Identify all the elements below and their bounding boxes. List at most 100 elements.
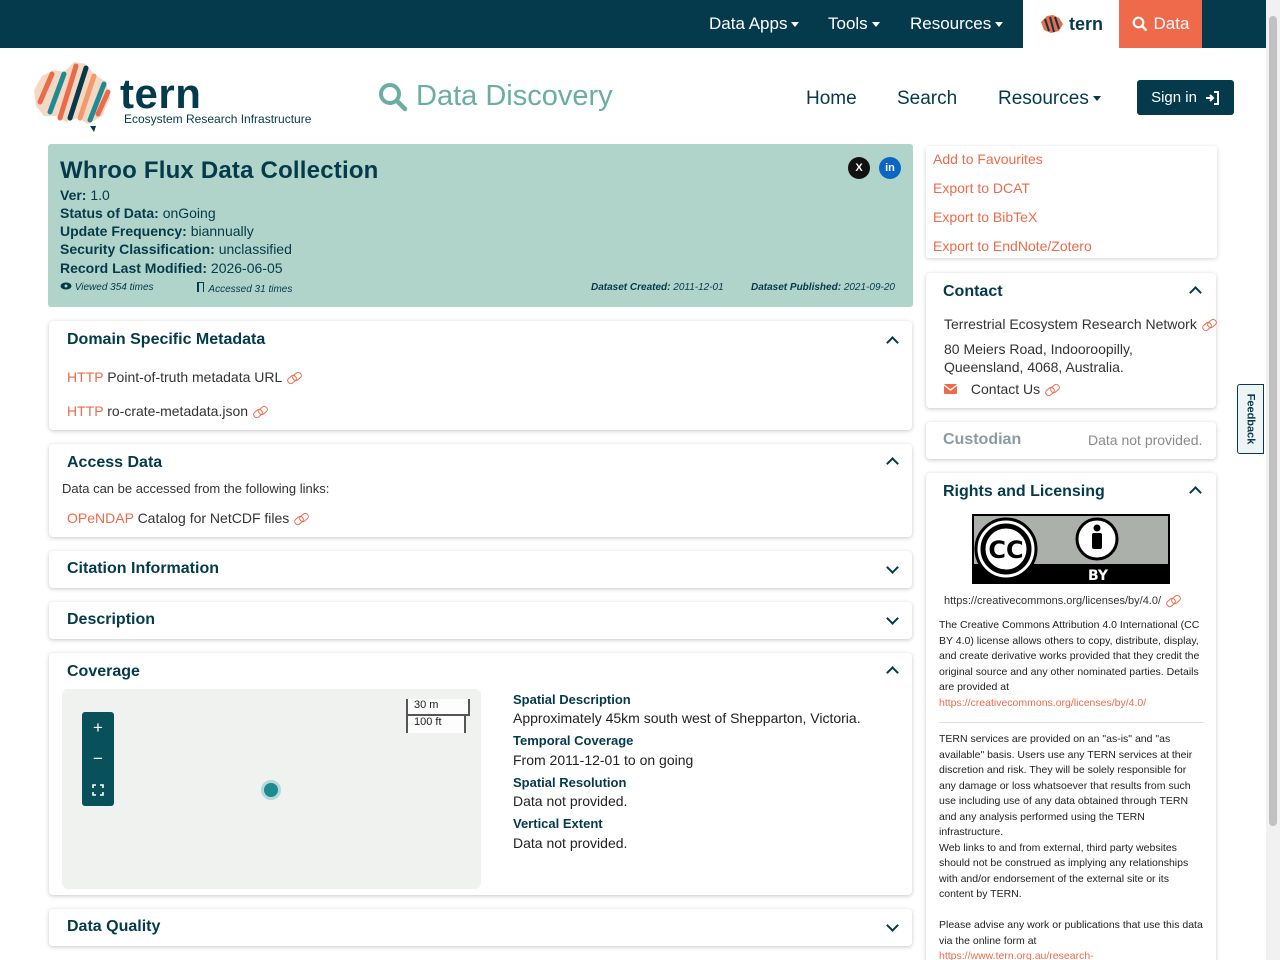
dataset-published: Dataset Published: 2021-09-20 [751, 282, 895, 293]
license-details-link[interactable]: https://creativecommons.org/licenses/by/… [939, 697, 1146, 709]
spatial-description-label: Spatial Description [513, 692, 631, 707]
export-bibtex-link[interactable]: Export to BibTeX [933, 209, 1037, 225]
data-tab[interactable]: Data [1119, 0, 1202, 48]
contact-org[interactable]: Terrestrial Ecosystem Research Network [944, 316, 1216, 332]
zoom-out-button[interactable]: − [82, 743, 114, 774]
map-zoom-controls: + − [82, 712, 114, 806]
citation-title[interactable]: Citation Information [67, 560, 219, 578]
chevron-down-icon[interactable] [886, 612, 899, 625]
description-title[interactable]: Description [67, 611, 155, 629]
logo-wordmark[interactable]: tern [120, 70, 201, 118]
sign-in-label: Sign in [1151, 89, 1197, 106]
rights-divider [939, 722, 1203, 723]
topnav-tools[interactable]: Tools [828, 0, 880, 48]
rights-title[interactable]: Rights and Licensing [943, 483, 1105, 501]
domain-metadata-card: Domain Specific Metadata HTTP Point-of-t… [49, 321, 912, 430]
chevron-up-icon[interactable] [1189, 286, 1202, 299]
data-discovery-title[interactable]: Data Discovery [378, 80, 613, 113]
data-tab-label: Data [1153, 14, 1190, 33]
access-data-title[interactable]: Access Data [67, 454, 162, 472]
field-value: unclassified [218, 241, 292, 257]
link-label: ro-crate-metadata.json [107, 403, 249, 419]
add-to-favourites-link[interactable]: Add to Favourites [933, 151, 1043, 167]
cc-by-license-badge-icon[interactable]: CC BY [972, 514, 1170, 584]
access-data-card: Access Data Data can be accessed from th… [49, 444, 912, 537]
published-value: 2021-09-20 [843, 282, 895, 293]
domain-metadata-title[interactable]: Domain Specific Metadata [67, 331, 265, 349]
chevron-down-icon[interactable] [886, 561, 899, 574]
site-location-marker[interactable] [261, 780, 281, 800]
field-label: Update Frequency: [60, 223, 187, 239]
link-icon [1166, 596, 1180, 606]
chevron-up-icon[interactable] [886, 666, 899, 679]
app-title-text: Data Discovery [416, 80, 613, 112]
contact-title[interactable]: Contact [943, 283, 1003, 301]
coverage-map[interactable]: + − 30 m 100 ft [62, 689, 481, 889]
record-header: Whroo Flux Data Collection Ver: 1.0 Stat… [48, 144, 913, 307]
fullscreen-icon [92, 783, 104, 796]
record-last-modified: Record Last Modified: 2026-06-05 [60, 260, 283, 276]
link-protocol: HTTP [67, 403, 104, 419]
door-icon [197, 282, 204, 292]
search-icon [379, 82, 408, 111]
record-update-frequency: Update Frequency: biannually [60, 223, 254, 239]
caret-down-icon [995, 21, 1004, 27]
published-label: Dataset Published: [751, 282, 842, 293]
nav-resources[interactable]: Resources [998, 88, 1101, 110]
nav-search[interactable]: Search [897, 88, 957, 110]
scale-metric: 30 m [406, 699, 470, 716]
topnav-label: Resources [910, 14, 992, 33]
chevron-up-icon[interactable] [1189, 486, 1202, 499]
temporal-coverage-value: From 2011-12-01 to on going [513, 752, 694, 768]
export-dcat-link[interactable]: Export to DCAT [933, 180, 1030, 196]
sign-in-button[interactable]: Sign in [1137, 80, 1234, 115]
nav-home[interactable]: Home [806, 88, 857, 110]
feedback-tab[interactable]: Feedback [1237, 384, 1264, 454]
tern-tab-label: tern [1068, 13, 1103, 34]
chevron-up-icon[interactable] [886, 336, 899, 349]
data-quality-card[interactable]: Data Quality [49, 909, 912, 946]
chevron-down-icon[interactable] [886, 919, 899, 932]
field-label: Ver: [60, 187, 87, 203]
svg-text:CC: CC [988, 536, 1023, 564]
coverage-title[interactable]: Coverage [67, 663, 140, 681]
topnav-resources[interactable]: Resources [910, 0, 1004, 48]
link-protocol: HTTP [67, 369, 104, 385]
feedback-label: Feedback [1244, 393, 1257, 445]
zoom-in-button[interactable]: + [82, 712, 114, 743]
record-actions-menu: Add to Favourites Export to DCAT Export … [926, 146, 1217, 258]
tern-logo-icon[interactable] [30, 60, 114, 134]
description-card[interactable]: Description [49, 602, 912, 639]
export-endnote-link[interactable]: Export to EndNote/Zotero [933, 238, 1092, 254]
eye-icon [60, 282, 72, 290]
license-badge-text: BY [1088, 568, 1109, 584]
advise-text: Please advise any work or publications t… [939, 919, 1203, 947]
license-url-link[interactable]: https://creativecommons.org/licenses/by/… [944, 595, 1180, 607]
created-label: Dataset Created: [591, 282, 671, 293]
disclaimer-paragraph-2: Web links to and from external, third pa… [939, 841, 1189, 901]
custodian-title: Custodian [943, 431, 1022, 448]
metadata-link-2[interactable]: HTTP ro-crate-metadata.json [67, 403, 267, 419]
custodian-card: Custodian Data not provided. [926, 422, 1216, 459]
advise-link[interactable]: https://www.tern.org.au/research- [939, 950, 1094, 960]
topnav-data-apps[interactable]: Data Apps [709, 0, 800, 48]
share-linkedin-icon[interactable]: in [879, 157, 901, 179]
envelope-icon [943, 384, 958, 394]
chevron-up-icon[interactable] [886, 457, 899, 470]
data-quality-title[interactable]: Data Quality [67, 918, 160, 936]
field-value: 1.0 [90, 187, 110, 203]
contact-us-link[interactable]: Contact Us [943, 381, 1059, 397]
share-x-icon[interactable]: X [848, 157, 870, 179]
citation-card[interactable]: Citation Information [49, 551, 912, 588]
page-scrollbar[interactable] [1266, 0, 1280, 960]
opendap-link[interactable]: OPeNDAP Catalog for NetCDF files [67, 510, 308, 526]
fullscreen-button[interactable] [82, 774, 114, 805]
disclaimer-text: TERN services are provided on an "as-is"… [939, 732, 1205, 960]
field-value: 2026-06-05 [210, 260, 283, 276]
scrollbar-thumb[interactable] [1269, 16, 1277, 826]
tern-home-tab[interactable]: tern [1023, 0, 1119, 48]
viewed-text: Viewed 354 times [74, 282, 154, 293]
logo-subtitle: Ecosystem Research Infrastructure [124, 112, 312, 126]
metadata-link-1[interactable]: HTTP Point-of-truth metadata URL [67, 369, 301, 385]
link-icon [1045, 385, 1059, 395]
